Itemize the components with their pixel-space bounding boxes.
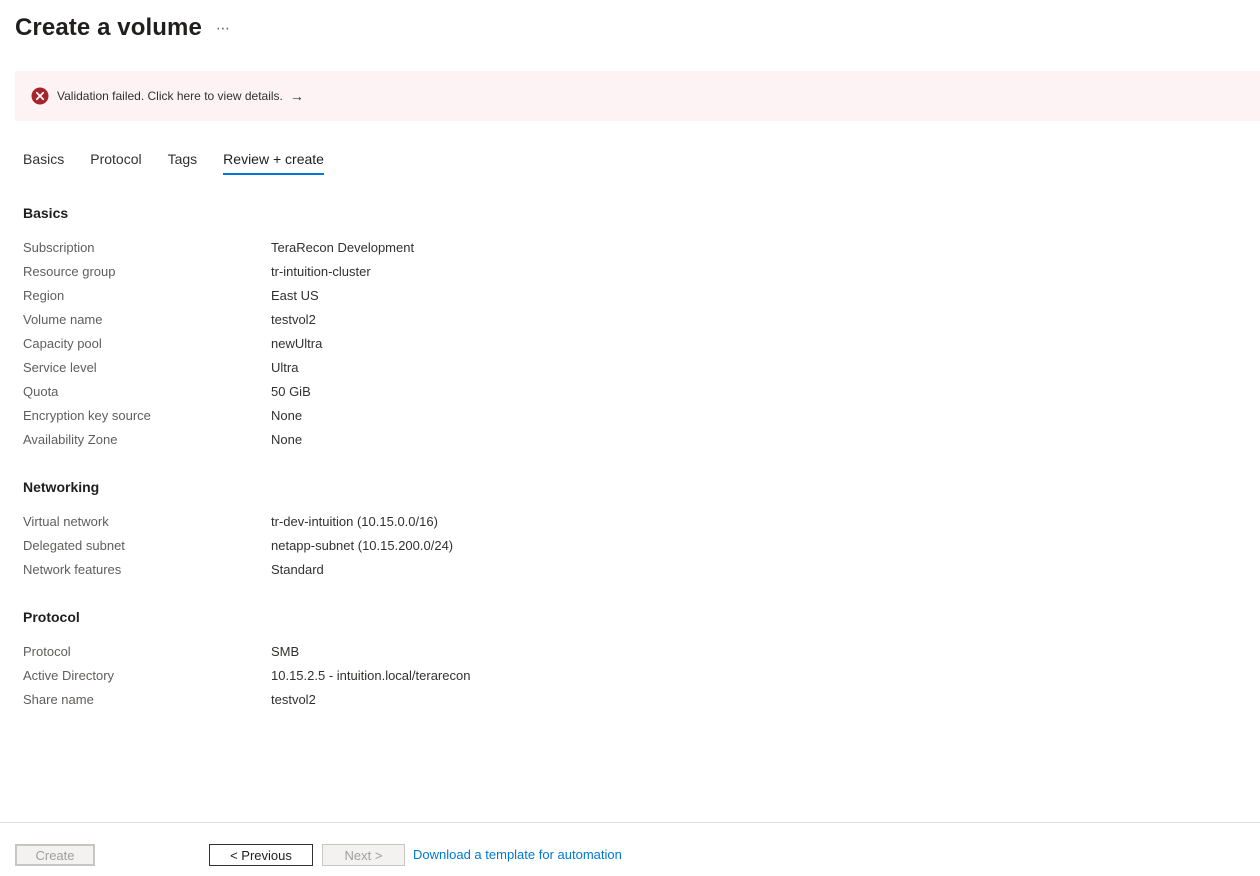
summary-row: Service level Ultra xyxy=(23,355,414,379)
row-value: 50 GiB xyxy=(271,383,311,399)
row-value: None xyxy=(271,431,303,447)
validation-banner[interactable]: Validation failed. Click here to view de… xyxy=(15,71,1260,121)
summary-row: Subscription TeraRecon Development xyxy=(23,235,414,259)
summary-row: Virtual network tr-dev-intuition (10.15.0… xyxy=(23,509,453,533)
row-label: Volume name xyxy=(23,311,103,327)
networking-section: Networking Virtual network tr-dev-intuiti… xyxy=(23,479,453,581)
row-label: Network features xyxy=(23,561,122,577)
row-label: Protocol xyxy=(23,643,71,659)
row-label: Active Directory xyxy=(23,667,115,683)
summary-row: Delegated subnet netapp-subnet (10.15.200… xyxy=(23,533,453,557)
row-label: Availability Zone xyxy=(23,431,118,447)
previous-button[interactable]: < Previous xyxy=(209,844,313,866)
summary-row: Volume name testvol2 xyxy=(23,307,414,331)
row-label: Delegated subnet xyxy=(23,537,125,553)
row-value: East US xyxy=(271,287,319,303)
summary-row: Share name testvol2 xyxy=(23,687,470,711)
row-label: Resource group xyxy=(23,263,116,279)
summary-row: Active Directory 10.15.2.5 - intuition.lo… xyxy=(23,663,470,687)
summary-row: Availability Zone None xyxy=(23,427,414,451)
row-label: Subscription xyxy=(23,239,95,255)
validation-message: Validation failed. Click here to view de… xyxy=(57,89,283,103)
summary-row: Encryption key source None xyxy=(23,403,414,427)
row-label: Share name xyxy=(23,691,94,707)
row-value: newUltra xyxy=(271,335,323,351)
summary-row: Quota 50 GiB xyxy=(23,379,414,403)
row-value: 10.15.2.5 - intuition.local/terarecon xyxy=(271,667,471,683)
row-label: Quota xyxy=(23,383,59,399)
footer-bar: Create < Previous Next > Download a temp… xyxy=(0,822,1260,876)
page-title: Create a volume xyxy=(15,14,202,41)
row-value: Standard xyxy=(271,561,324,577)
row-value: TeraRecon Development xyxy=(271,239,415,255)
tab-tags[interactable]: Tags xyxy=(168,151,198,175)
section-title-protocol: Protocol xyxy=(23,609,80,625)
tab-protocol[interactable]: Protocol xyxy=(90,151,141,175)
more-options-icon[interactable]: ⋯ xyxy=(216,20,231,37)
row-value: testvol2 xyxy=(271,311,316,327)
row-value: Ultra xyxy=(271,359,299,375)
row-label: Region xyxy=(23,287,65,303)
create-button[interactable]: Create xyxy=(15,844,95,866)
row-value: tr-intuition-cluster xyxy=(271,263,371,279)
summary-row: Region East US xyxy=(23,283,414,307)
row-label: Virtual network xyxy=(23,513,109,529)
arrow-right-icon: → xyxy=(289,88,304,104)
section-title-networking: Networking xyxy=(23,479,100,495)
next-button[interactable]: Next > xyxy=(322,844,405,866)
row-value: None xyxy=(271,407,303,423)
tab-review-create[interactable]: Review + create xyxy=(223,151,324,175)
row-label: Capacity pool xyxy=(23,335,102,351)
row-value: netapp-subnet (10.15.200.0/24) xyxy=(271,537,454,553)
row-value: testvol2 xyxy=(271,691,316,707)
summary-row: Capacity pool newUltra xyxy=(23,331,414,355)
download-template-link[interactable]: Download a template for automation xyxy=(413,847,622,862)
summary-row: Protocol SMB xyxy=(23,639,470,663)
wizard-tabs: Basics Protocol Tags Review + create xyxy=(23,151,350,175)
basics-section: Basics Subscription TeraRecon Development… xyxy=(23,205,414,451)
tab-basics[interactable]: Basics xyxy=(23,151,64,175)
summary-row: Network features Standard xyxy=(23,557,453,581)
row-value: SMB xyxy=(271,643,300,659)
protocol-section: Protocol Protocol SMB Active Directory 10.… xyxy=(23,609,470,711)
section-title-basics: Basics xyxy=(23,205,69,221)
row-value: tr-dev-intuition (10.15.0.0/16) xyxy=(271,513,438,529)
row-label: Service level xyxy=(23,359,97,375)
summary-row: Resource group tr-intuition-cluster xyxy=(23,259,414,283)
error-circle-icon xyxy=(31,87,49,105)
row-label: Encryption key source xyxy=(23,407,151,423)
